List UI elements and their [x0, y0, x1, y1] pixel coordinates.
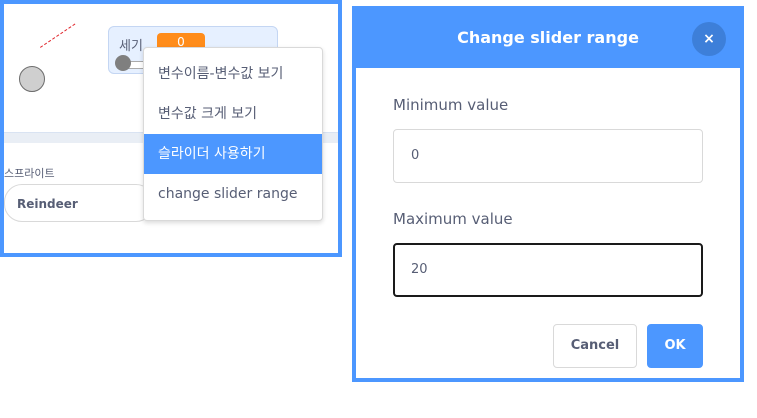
- monitor-label: 세기: [119, 39, 143, 54]
- ok-button[interactable]: OK: [647, 324, 703, 368]
- slider-range-dialog: Change slider range × Minimum value 0 Ma…: [352, 6, 744, 382]
- dialog-header: Change slider range ×: [356, 10, 740, 68]
- max-value-label: Maximum value: [393, 210, 513, 228]
- menu-item-change-slider-range[interactable]: change slider range: [144, 174, 322, 214]
- sprite-name-field[interactable]: Reindeer: [4, 184, 154, 222]
- monitor-context-menu: 변수이름-변수값 보기 변수값 크게 보기 슬라이더 사용하기 change s…: [143, 47, 323, 221]
- max-value-input[interactable]: 20: [393, 243, 703, 297]
- sprite-direction-line: [40, 23, 76, 48]
- menu-item-large-readout[interactable]: 변수값 크게 보기: [144, 94, 322, 134]
- menu-item-normal-readout[interactable]: 변수이름-변수값 보기: [144, 54, 322, 94]
- dialog-title: Change slider range: [457, 28, 639, 47]
- close-icon[interactable]: ×: [692, 22, 726, 56]
- sprite-name: Reindeer: [17, 197, 78, 211]
- sprite-ball[interactable]: [19, 66, 45, 92]
- min-value-label: Minimum value: [393, 96, 509, 114]
- stage-panel: 세기 0 스프라이트 Reindeer 변수이름-변수값 보기 변수값 크게 보…: [0, 0, 342, 257]
- sprite-pane-heading: 스프라이트: [4, 167, 55, 180]
- cancel-button[interactable]: Cancel: [553, 324, 637, 368]
- monitor-slider-knob[interactable]: [115, 55, 131, 71]
- menu-item-slider[interactable]: 슬라이더 사용하기: [144, 134, 322, 174]
- min-value-input[interactable]: 0: [393, 129, 703, 183]
